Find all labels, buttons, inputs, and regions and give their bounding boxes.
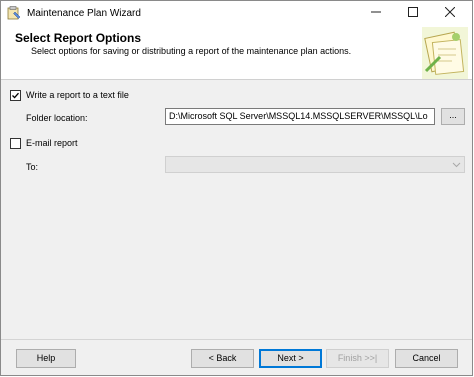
page-title: Select Report Options <box>15 31 142 45</box>
write-report-label[interactable]: Write a report to a text file <box>26 90 129 100</box>
minimize-icon <box>371 11 381 13</box>
to-dropdown[interactable] <box>165 156 465 173</box>
wizard-app-icon <box>7 6 21 20</box>
email-report-checkbox[interactable] <box>10 138 21 149</box>
window-title: Maintenance Plan Wizard <box>27 8 141 19</box>
checkmark-icon <box>12 92 19 99</box>
close-button[interactable] <box>433 1 467 27</box>
help-button[interactable]: Help <box>16 349 76 368</box>
title-bar: Maintenance Plan Wizard <box>1 1 472 27</box>
next-button[interactable]: Next > <box>259 349 322 368</box>
back-button[interactable]: < Back <box>191 349 254 368</box>
maintenance-plan-graphic-icon <box>422 27 468 79</box>
maximize-icon <box>408 7 418 17</box>
finish-button[interactable]: Finish >>| <box>326 349 389 368</box>
minimize-button[interactable] <box>359 1 393 27</box>
folder-location-input[interactable]: D:\Microsoft SQL Server\MSSQL14.MSSQLSER… <box>165 108 435 125</box>
chevron-down-icon <box>452 162 461 168</box>
cancel-button[interactable]: Cancel <box>395 349 458 368</box>
close-icon <box>444 6 456 18</box>
page-subtitle: Select options for saving or distributin… <box>31 46 352 56</box>
maximize-button[interactable] <box>396 1 430 27</box>
write-report-checkbox[interactable] <box>10 90 21 101</box>
email-report-label[interactable]: E-mail report <box>26 138 78 148</box>
to-label: To: <box>26 162 39 172</box>
folder-location-label: Folder location: <box>26 113 88 123</box>
browse-folder-button[interactable]: ... <box>441 108 465 125</box>
maintenance-plan-wizard-window: Maintenance Plan Wizard Select Report Op… <box>0 0 473 376</box>
wizard-header: Select Report Options Select options for… <box>1 27 472 80</box>
footer-separator <box>1 339 472 340</box>
